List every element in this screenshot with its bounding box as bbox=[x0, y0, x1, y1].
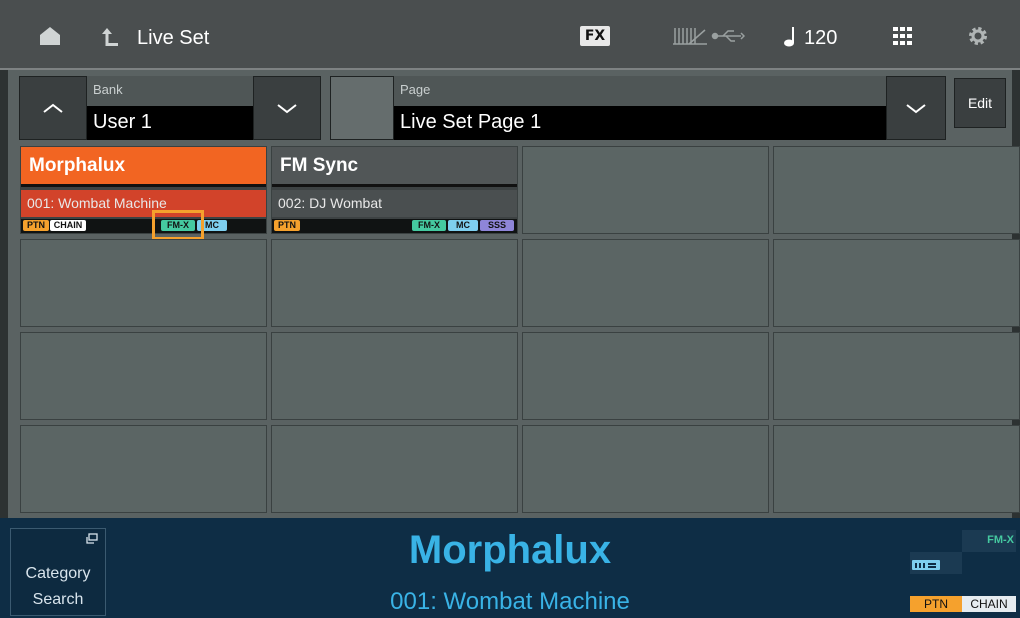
tag-mc: MC bbox=[448, 220, 478, 231]
bank-down-button[interactable] bbox=[253, 76, 321, 140]
tag-ptn: PTN bbox=[274, 220, 300, 231]
slot-8[interactable] bbox=[773, 239, 1020, 327]
footer-tag-chain: CHAIN bbox=[962, 596, 1016, 612]
edit-button[interactable]: Edit bbox=[954, 78, 1006, 128]
tag-ptn: PTN bbox=[23, 220, 49, 231]
breadcrumb: Live Set bbox=[137, 27, 210, 49]
slot-16[interactable] bbox=[773, 425, 1020, 513]
slot-1[interactable]: Morphalux 001: Wombat Machine PTN CHAIN … bbox=[20, 146, 267, 234]
selected-performance-name: Morphalux bbox=[408, 528, 612, 572]
live-set-area: Bank User 1 Page Live Set Page 1 Edit Mo… bbox=[8, 70, 1020, 518]
fmx-highlight-box bbox=[152, 210, 204, 240]
footer-tag-mc bbox=[910, 552, 962, 574]
bank-up-button[interactable] bbox=[19, 76, 87, 140]
back-arrow-icon[interactable] bbox=[100, 26, 120, 48]
gear-icon[interactable] bbox=[966, 24, 990, 48]
slot-14[interactable] bbox=[271, 425, 518, 513]
slot-tags: PTN CHAIN FM-X MC bbox=[21, 219, 266, 233]
slot-performance: 001: Wombat Machine bbox=[21, 190, 266, 217]
slot-2[interactable]: FM Sync 002: DJ Wombat PTN FM-X MC SSS bbox=[271, 146, 518, 234]
page-value: Live Set Page 1 bbox=[394, 106, 886, 140]
page-blank-button[interactable] bbox=[330, 76, 394, 140]
top-bar: Live Set FX 120 bbox=[0, 0, 1020, 70]
keyboard-icon bbox=[672, 24, 708, 48]
category-search-button[interactable]: Category Search bbox=[10, 528, 106, 616]
fx-badge[interactable]: FX bbox=[580, 26, 610, 46]
bank-field[interactable]: Bank User 1 bbox=[87, 76, 253, 140]
footer-tag-fmx: FM-X bbox=[962, 530, 1016, 552]
category-label-line2: Search bbox=[32, 591, 84, 608]
slot-9[interactable] bbox=[20, 332, 267, 420]
edit-label: Edit bbox=[967, 95, 993, 111]
tag-sss: SSS bbox=[480, 220, 514, 231]
fx-label: FX bbox=[584, 28, 606, 44]
slot-3[interactable] bbox=[522, 146, 769, 234]
slot-name: Morphalux bbox=[21, 147, 266, 187]
slot-13[interactable] bbox=[20, 425, 267, 513]
popup-icon bbox=[86, 533, 98, 544]
slot-name: FM Sync bbox=[272, 147, 517, 187]
bank-label: Bank bbox=[87, 76, 253, 106]
slot-6[interactable] bbox=[271, 239, 518, 327]
tag-chain: CHAIN bbox=[50, 220, 86, 231]
info-bar: Category Search Morphalux 001: Wombat Ma… bbox=[0, 518, 1020, 618]
slot-11[interactable] bbox=[522, 332, 769, 420]
slot-performance: 002: DJ Wombat bbox=[272, 190, 517, 217]
mc-icon bbox=[912, 560, 940, 570]
category-label-line1: Category bbox=[25, 565, 91, 582]
tag-fmx: FM-X bbox=[412, 220, 446, 231]
bank-value: User 1 bbox=[87, 106, 253, 140]
page-down-button[interactable] bbox=[886, 76, 946, 140]
selected-performance-sub: 001: Wombat Machine bbox=[390, 588, 630, 615]
footer-tag-ptn: PTN bbox=[910, 596, 962, 612]
slot-12[interactable] bbox=[773, 332, 1020, 420]
slot-15[interactable] bbox=[522, 425, 769, 513]
chevron-down-icon bbox=[277, 104, 297, 114]
slot-tags: PTN FM-X MC SSS bbox=[272, 219, 517, 233]
chevron-down-icon bbox=[906, 104, 926, 114]
usb-icon bbox=[710, 26, 746, 46]
footer-fmx-label: FM-X bbox=[987, 534, 1014, 546]
slot-5[interactable] bbox=[20, 239, 267, 327]
slot-7[interactable] bbox=[522, 239, 769, 327]
home-icon[interactable] bbox=[38, 24, 62, 48]
slot-10[interactable] bbox=[271, 332, 518, 420]
tempo-value[interactable]: 120 bbox=[804, 27, 837, 50]
slot-4[interactable] bbox=[773, 146, 1020, 234]
page-field[interactable]: Page Live Set Page 1 bbox=[394, 76, 886, 140]
grid-menu-icon[interactable] bbox=[892, 25, 914, 47]
note-icon bbox=[782, 24, 798, 48]
chevron-up-icon bbox=[43, 103, 63, 113]
page-label: Page bbox=[394, 76, 886, 106]
